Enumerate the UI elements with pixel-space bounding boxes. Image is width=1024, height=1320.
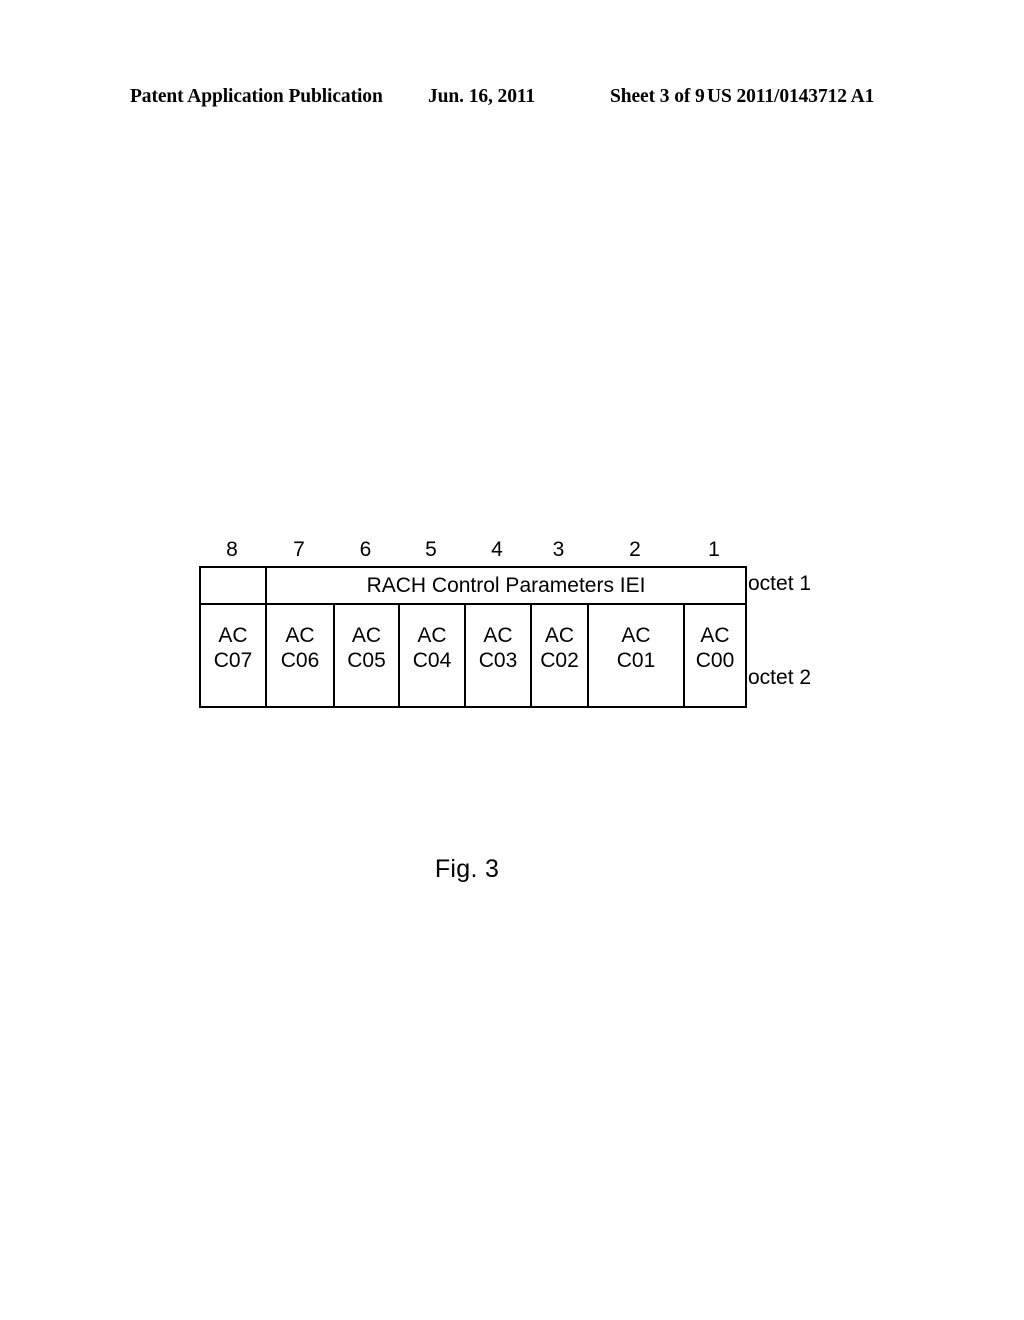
cell-acc05: AC C05 [333, 603, 400, 708]
figure-3-diagram: 8 7 6 5 4 3 2 1 RACH Control Parameters … [199, 536, 839, 708]
header-patent-number: US 2011/0143712 A1 [707, 86, 875, 107]
cell-acc06-line2: C06 [280, 648, 320, 672]
bit-number-5: 5 [425, 538, 437, 561]
cell-acc00-line1: AC [700, 623, 730, 647]
cell-acc02-line2: C02 [540, 648, 579, 672]
bit-number-7: 7 [293, 538, 305, 561]
cell-acc05-line2: C05 [347, 648, 386, 672]
bit-number-2: 2 [629, 538, 641, 561]
cell-acc04: AC C04 [398, 603, 466, 708]
cell-acc00-line2: C00 [695, 648, 735, 672]
cell-acc00: AC C00 [682, 603, 748, 708]
cell-acc01-line1: AC [621, 623, 651, 647]
octet-1-label: octet 1 [748, 572, 812, 595]
bit-number-1: 1 [708, 538, 720, 561]
table-row-octet-2: AC C07 AC C06 AC C05 AC C04 AC C03 AC C0… [199, 603, 748, 708]
cell-acc07-line2: C07 [213, 648, 253, 672]
cell-acc06: AC C06 [265, 603, 335, 708]
octet1-empty-cell [199, 566, 267, 605]
bit-number-6: 6 [359, 538, 372, 561]
bit-number-3: 3 [552, 538, 565, 561]
header-sheet-number: Sheet 3 of 9 [610, 86, 705, 107]
cell-acc06-line1: AC [285, 623, 315, 647]
octet-2-label: octet 2 [748, 666, 812, 689]
cell-acc04-line1: AC [417, 623, 447, 647]
cell-acc07: AC C07 [199, 603, 267, 708]
cell-acc04-line2: C04 [412, 648, 452, 672]
header-publication-title: Patent Application Publication [130, 86, 383, 107]
cell-acc05-line1: AC [351, 623, 382, 647]
figure-caption-text: Fig. 3 [434, 855, 500, 883]
figure-caption: Fig. 3 [0, 855, 1024, 884]
octet1-iei-label-cell: RACH Control Parameters IEI [264, 566, 748, 605]
table-row-octet-1: RACH Control Parameters IEI [199, 566, 748, 605]
cell-acc02-line1: AC [544, 623, 575, 647]
cell-acc03-line2: C03 [478, 648, 518, 672]
cell-acc02: AC C02 [530, 603, 589, 708]
cell-acc01-line2: C01 [616, 648, 656, 672]
header-date: Jun. 16, 2011 [428, 86, 536, 107]
cell-acc07-line1: AC [218, 623, 248, 647]
bit-number-4: 4 [491, 538, 503, 561]
cell-acc01: AC C01 [587, 603, 685, 708]
bit-position-header-row: 8 7 6 5 4 3 2 1 [199, 536, 745, 564]
cell-acc03: AC C03 [464, 603, 532, 708]
cell-acc03-line1: AC [483, 623, 513, 647]
rach-control-parameters-table: RACH Control Parameters IEI AC C07 AC C0… [199, 566, 748, 708]
page-header: Patent Application Publication Jun. 16, … [0, 86, 1024, 114]
bit-number-8: 8 [226, 538, 238, 561]
